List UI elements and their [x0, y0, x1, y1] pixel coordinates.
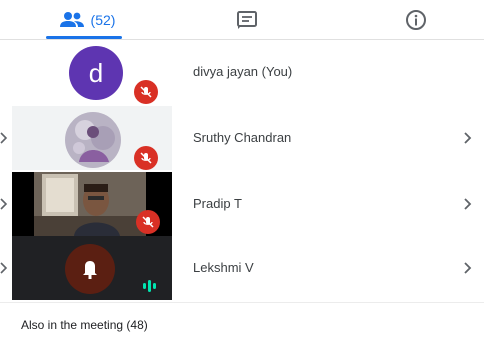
mic-off-icon	[134, 146, 158, 170]
info-icon	[406, 10, 426, 30]
avatar-letter: d	[88, 57, 104, 88]
chevron-left-edge-icon	[0, 132, 8, 144]
participant-row[interactable]: d divya jayan (You)	[0, 40, 484, 104]
chevron-right-icon[interactable]	[462, 258, 474, 278]
participant-row[interactable]: Pradip T	[0, 172, 484, 236]
participant-name: Pradip T	[193, 196, 242, 211]
participant-video-tile	[12, 172, 172, 236]
chevron-right-icon[interactable]	[462, 194, 474, 214]
speaking-indicator-icon	[136, 278, 162, 294]
tab-chat[interactable]	[222, 0, 272, 40]
also-in-meeting-heading: Also in the meeting (48)	[21, 318, 148, 332]
avatar	[65, 244, 115, 294]
participant-tile	[12, 106, 172, 170]
chevron-left-edge-icon	[0, 262, 8, 274]
mic-off-icon	[136, 210, 160, 234]
bell-icon	[83, 261, 97, 279]
participant-tile: d	[12, 40, 172, 104]
avatar	[65, 112, 121, 168]
people-icon	[59, 12, 84, 27]
participant-name: divya jayan (You)	[193, 64, 293, 79]
chevron-right-icon[interactable]	[462, 128, 474, 148]
section-divider	[0, 302, 484, 303]
people-count: (52)	[90, 12, 116, 28]
meeting-side-panel-tabs: (52)	[0, 0, 484, 40]
tab-people[interactable]: (52)	[42, 0, 132, 40]
chat-icon	[237, 11, 257, 29]
chevron-left-edge-icon	[0, 198, 8, 210]
mic-off-icon	[134, 80, 158, 104]
participant-row[interactable]: Sruthy Chandran	[0, 106, 484, 170]
participant-name: Lekshmi V	[193, 260, 254, 275]
participant-tile	[12, 236, 172, 300]
avatar: d	[69, 46, 123, 100]
participant-row[interactable]: Lekshmi V	[0, 236, 484, 300]
participant-name: Sruthy Chandran	[193, 130, 292, 145]
tab-info[interactable]	[391, 0, 441, 40]
